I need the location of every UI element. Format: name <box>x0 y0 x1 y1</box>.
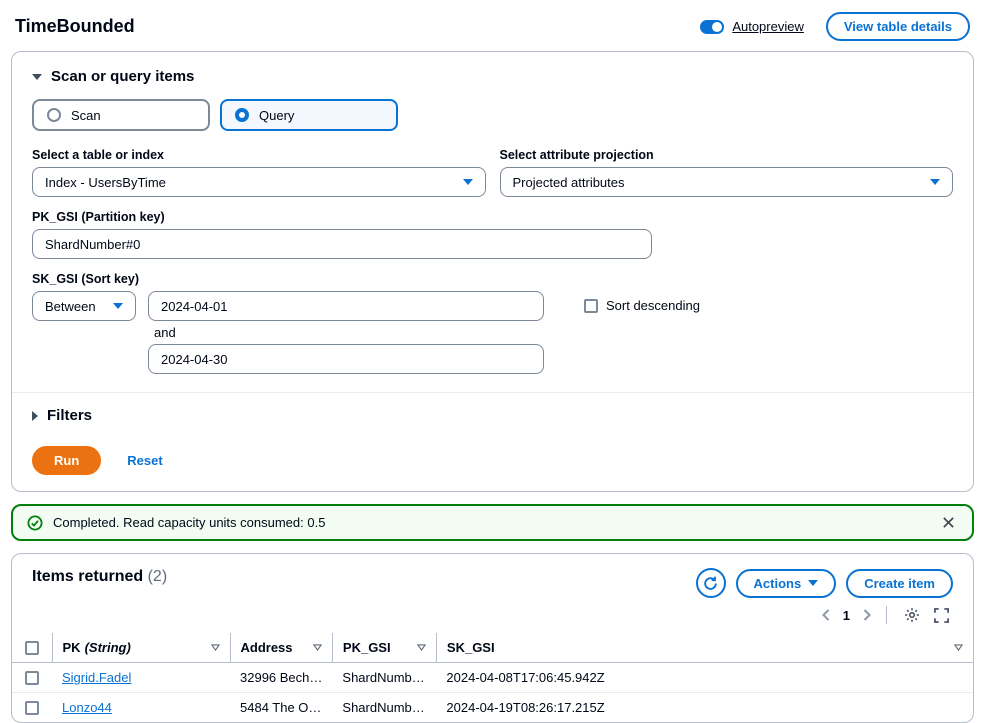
table-index-field: Select a table or index Index - UsersByT… <box>32 148 486 197</box>
page: TimeBounded Autopreview View table detai… <box>0 0 985 723</box>
filters-section-toggle[interactable]: Filters <box>32 405 953 426</box>
scan-query-panel: Scan or query items Scan Query Select a … <box>11 51 974 492</box>
projection-label: Select attribute projection <box>500 148 954 162</box>
select-row: Select a table or index Index - UsersByT… <box>32 135 953 197</box>
pagination-current-page[interactable]: 1 <box>843 608 850 623</box>
divider <box>12 392 973 393</box>
cell-pk-gsi: ShardNumb… <box>332 663 436 693</box>
pagination-prev-icon[interactable] <box>820 607 832 623</box>
column-header-sk-gsi[interactable]: SK_GSI <box>436 633 973 663</box>
column-header-address[interactable]: Address <box>230 633 332 663</box>
query-radio-label: Query <box>259 108 294 123</box>
mode-tiles: Scan Query <box>32 99 953 131</box>
table-index-label: Select a table or index <box>32 148 486 162</box>
chevron-down-icon <box>808 580 818 586</box>
row-checkbox[interactable] <box>25 671 39 685</box>
projection-field: Select attribute projection Projected at… <box>500 148 954 197</box>
reset-button[interactable]: Reset <box>125 448 164 473</box>
results-toolbar: 1 <box>32 605 953 625</box>
refresh-button[interactable] <box>696 568 726 598</box>
sort-key-to-input[interactable] <box>148 344 544 374</box>
chevron-down-icon <box>930 179 940 185</box>
cell-address: 5484 The O… <box>230 693 332 723</box>
close-icon[interactable] <box>939 513 958 532</box>
chevron-down-icon <box>32 74 42 80</box>
table-header-row: PK (String) Address <box>12 633 973 663</box>
toggle-on-icon[interactable] <box>700 20 724 34</box>
sort-key-from-input[interactable] <box>148 291 544 321</box>
sort-icon[interactable] <box>305 644 322 651</box>
radio-unselected-icon <box>47 108 61 122</box>
toolbar-divider <box>886 606 887 624</box>
items-table: PK (String) Address <box>12 633 973 722</box>
filters-title: Filters <box>47 407 92 424</box>
settings-gear-icon[interactable] <box>900 605 924 625</box>
sort-icon[interactable] <box>203 644 220 651</box>
table-row: Lonzo44 5484 The O… ShardNumb… 2024-04-1… <box>12 693 973 723</box>
scan-radio-label: Scan <box>71 108 101 123</box>
sort-descending-checkbox[interactable]: Sort descending <box>584 298 700 313</box>
page-title: TimeBounded <box>15 16 135 37</box>
header-actions: Autopreview View table details <box>700 12 970 41</box>
results-header: Items returned (2) Actions Create item <box>32 568 953 598</box>
sort-key-field: SK_GSI (Sort key) Between and Sort desce… <box>32 272 953 374</box>
query-radio-tile[interactable]: Query <box>220 99 398 131</box>
scan-query-section-toggle[interactable]: Scan or query items <box>32 66 953 87</box>
sort-key-operator-value: Between <box>45 299 96 314</box>
projection-select[interactable]: Projected attributes <box>500 167 954 197</box>
sort-icon[interactable] <box>946 644 963 651</box>
results-title: Items returned (2) <box>32 568 167 586</box>
success-alert: Completed. Read capacity units consumed:… <box>11 504 974 541</box>
row-checkbox[interactable] <box>25 701 39 715</box>
sort-icon[interactable] <box>409 644 426 651</box>
column-header-pk-gsi[interactable]: PK_GSI <box>332 633 436 663</box>
actions-button[interactable]: Actions <box>736 569 837 598</box>
results-actions: Actions Create item <box>696 568 953 598</box>
query-actions-row: Run Reset <box>32 446 953 475</box>
alert-message: Completed. Read capacity units consumed:… <box>53 515 929 530</box>
chevron-right-icon <box>32 411 38 421</box>
scan-radio-tile[interactable]: Scan <box>32 99 210 131</box>
autopreview-label: Autopreview <box>732 19 804 34</box>
run-button[interactable]: Run <box>32 446 101 475</box>
autopreview-toggle[interactable]: Autopreview <box>700 19 804 34</box>
sort-descending-label: Sort descending <box>606 298 700 313</box>
success-check-circle-icon <box>27 515 43 531</box>
cell-address: 32996 Bech… <box>230 663 332 693</box>
projection-value: Projected attributes <box>513 175 625 190</box>
cell-sk-gsi: 2024-04-19T08:26:17.215Z <box>436 693 973 723</box>
sort-key-operator-select[interactable]: Between <box>32 291 136 321</box>
chevron-down-icon <box>463 179 473 185</box>
partition-key-label: PK_GSI (Partition key) <box>32 210 953 224</box>
chevron-down-icon <box>113 303 123 309</box>
section-title: Scan or query items <box>51 68 194 85</box>
checkbox-icon <box>584 299 598 313</box>
table-row: Sigrid.Fadel 32996 Bech… ShardNumb… 2024… <box>12 663 973 693</box>
cell-sk-gsi: 2024-04-08T17:06:45.942Z <box>436 663 973 693</box>
item-link[interactable]: Lonzo44 <box>62 700 112 715</box>
partition-key-field: PK_GSI (Partition key) <box>32 210 953 259</box>
column-header-pk[interactable]: PK (String) <box>52 633 230 663</box>
items-returned-panel: Items returned (2) Actions Create item 1 <box>11 553 974 723</box>
view-table-details-button[interactable]: View table details <box>826 12 970 41</box>
item-link[interactable]: Sigrid.Fadel <box>62 670 131 685</box>
cell-pk-gsi: ShardNumb… <box>332 693 436 723</box>
radio-selected-icon <box>235 108 249 122</box>
and-label: and <box>148 321 544 344</box>
refresh-icon <box>703 576 718 591</box>
pagination-next-icon[interactable] <box>861 607 873 623</box>
page-header: TimeBounded Autopreview View table detai… <box>15 12 970 41</box>
select-all-checkbox[interactable] <box>25 641 39 655</box>
partition-key-input[interactable] <box>32 229 652 259</box>
results-counter: (2) <box>148 568 168 585</box>
sort-key-label: SK_GSI (Sort key) <box>32 272 953 286</box>
create-item-button[interactable]: Create item <box>846 569 953 598</box>
table-index-value: Index - UsersByTime <box>45 175 166 190</box>
table-index-select[interactable]: Index - UsersByTime <box>32 167 486 197</box>
fullscreen-icon[interactable] <box>930 606 953 625</box>
